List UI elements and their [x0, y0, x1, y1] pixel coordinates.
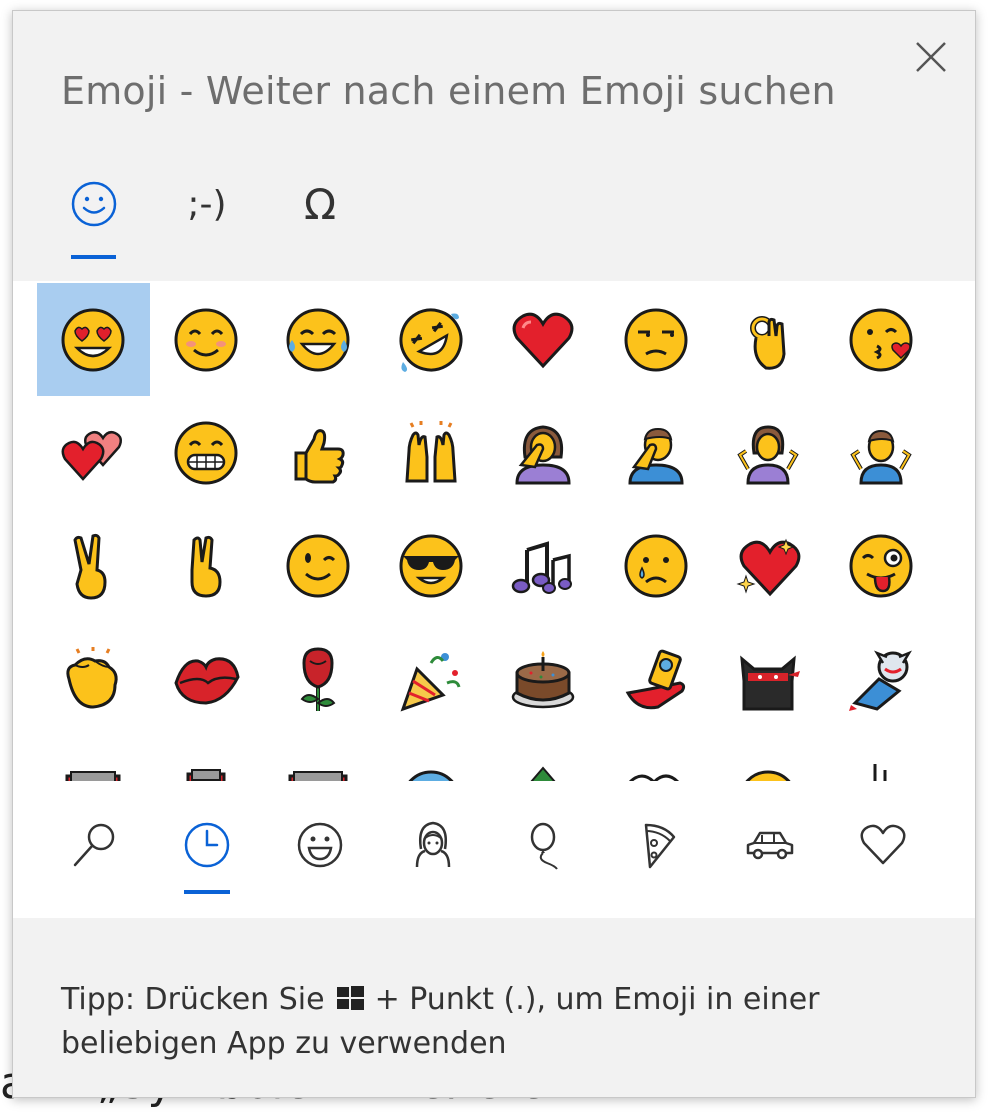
clock-icon	[184, 822, 230, 868]
emoji-grid-container[interactable]	[13, 281, 975, 781]
tab-people[interactable]	[403, 815, 463, 875]
emoji-musical-notes[interactable]	[487, 509, 600, 622]
pizza-icon	[644, 823, 676, 869]
emoji-two-hearts[interactable]	[37, 396, 150, 509]
emoji-birthday-cake[interactable]	[487, 622, 600, 735]
emoji-winking-face[interactable]	[262, 509, 375, 622]
emoji-woman-shrugging[interactable]	[712, 396, 825, 509]
emoji-partial-4[interactable]	[375, 735, 488, 781]
tab-kaomoji[interactable]: ;-)	[174, 169, 287, 269]
tab-smileys[interactable]	[290, 815, 350, 875]
emoji-tears-of-joy[interactable]	[262, 283, 375, 396]
emoji-partial-8[interactable]	[825, 735, 938, 781]
emoji-red-heart[interactable]	[487, 283, 600, 396]
tab-travel[interactable]	[740, 815, 800, 875]
emoji-panel: Emoji - Weiter nach einem Emoji suchen ;…	[12, 10, 976, 1098]
tab-active-indicator	[71, 255, 116, 259]
emoji-clapping-hands[interactable]	[37, 622, 150, 735]
footer-tip-area: Tipp: Drücken Sie + Punkt (.), um Emoji …	[13, 918, 975, 1097]
emoji-sparkling-heart[interactable]	[712, 509, 825, 622]
recent-tab-indicator	[184, 890, 230, 894]
windows-key-icon	[336, 986, 364, 1010]
emoji-partial-3[interactable]	[262, 735, 375, 781]
emoji-partial-2[interactable]	[150, 735, 263, 781]
tab-emoji[interactable]	[61, 169, 174, 269]
emoji-man-shrugging[interactable]	[825, 396, 938, 509]
omega-icon: Ω	[303, 179, 337, 229]
person-icon	[415, 821, 451, 868]
emoji-kiss-mark[interactable]	[150, 622, 263, 735]
emoji-selfie[interactable]	[600, 622, 713, 735]
car-icon	[746, 831, 794, 860]
emoji-man-facepalming[interactable]	[600, 396, 713, 509]
emoji-winking-tongue-face[interactable]	[825, 509, 938, 622]
emoji-sunglasses-face[interactable]	[375, 509, 488, 622]
balloon-icon	[530, 822, 558, 870]
close-icon	[916, 42, 946, 72]
tab-celebration[interactable]	[515, 815, 575, 875]
panel-title: Emoji - Weiter nach einem Emoji suchen	[61, 69, 836, 113]
tab-symbols-heart[interactable]	[853, 815, 913, 875]
tab-food[interactable]	[628, 815, 688, 875]
emoji-crossed-fingers[interactable]	[150, 509, 263, 622]
emoji-unamused-face[interactable]	[600, 283, 713, 396]
emoji-ninja-cat[interactable]	[712, 622, 825, 735]
smiley-face-icon	[297, 822, 343, 868]
category-tabs: ;-) Ω	[61, 169, 400, 269]
emoji-category-bar	[13, 781, 975, 918]
heart-outline-icon	[860, 824, 906, 865]
emoji-victory-hand[interactable]	[37, 509, 150, 622]
emoji-partial-5[interactable]	[487, 735, 600, 781]
emoji-party-popper[interactable]	[375, 622, 488, 735]
smiley-icon	[69, 179, 119, 229]
emoji-thumbs-up[interactable]	[262, 396, 375, 509]
tab-search[interactable]	[65, 815, 125, 875]
search-icon	[73, 823, 115, 867]
emoji-partial-7[interactable]	[712, 735, 825, 781]
emoji-rolling-laughing[interactable]	[375, 283, 488, 396]
emoji-face-blowing-kiss[interactable]	[825, 283, 938, 396]
emoji-astronaut-cat[interactable]	[825, 622, 938, 735]
tab-recent[interactable]	[177, 815, 237, 875]
kaomoji-icon: ;-)	[187, 183, 227, 225]
emoji-grid	[37, 283, 937, 781]
emoji-partial-1[interactable]	[37, 735, 150, 781]
emoji-rose[interactable]	[262, 622, 375, 735]
emoji-woman-facepalming[interactable]	[487, 396, 600, 509]
emoji-crying-face[interactable]	[600, 509, 713, 622]
tip-text: Tipp: Drücken Sie + Punkt (.), um Emoji …	[61, 978, 921, 1066]
emoji-heart-eyes[interactable]	[37, 283, 150, 396]
close-button[interactable]	[913, 39, 949, 75]
emoji-smiling-face[interactable]	[150, 283, 263, 396]
tip-prefix: Tipp: Drücken Sie	[61, 982, 325, 1017]
emoji-partial-6[interactable]	[600, 735, 713, 781]
emoji-raising-hands[interactable]	[375, 396, 488, 509]
tab-symbols[interactable]: Ω	[287, 169, 400, 269]
emoji-ok-hand[interactable]	[712, 283, 825, 396]
emoji-grinning-face[interactable]	[150, 396, 263, 509]
